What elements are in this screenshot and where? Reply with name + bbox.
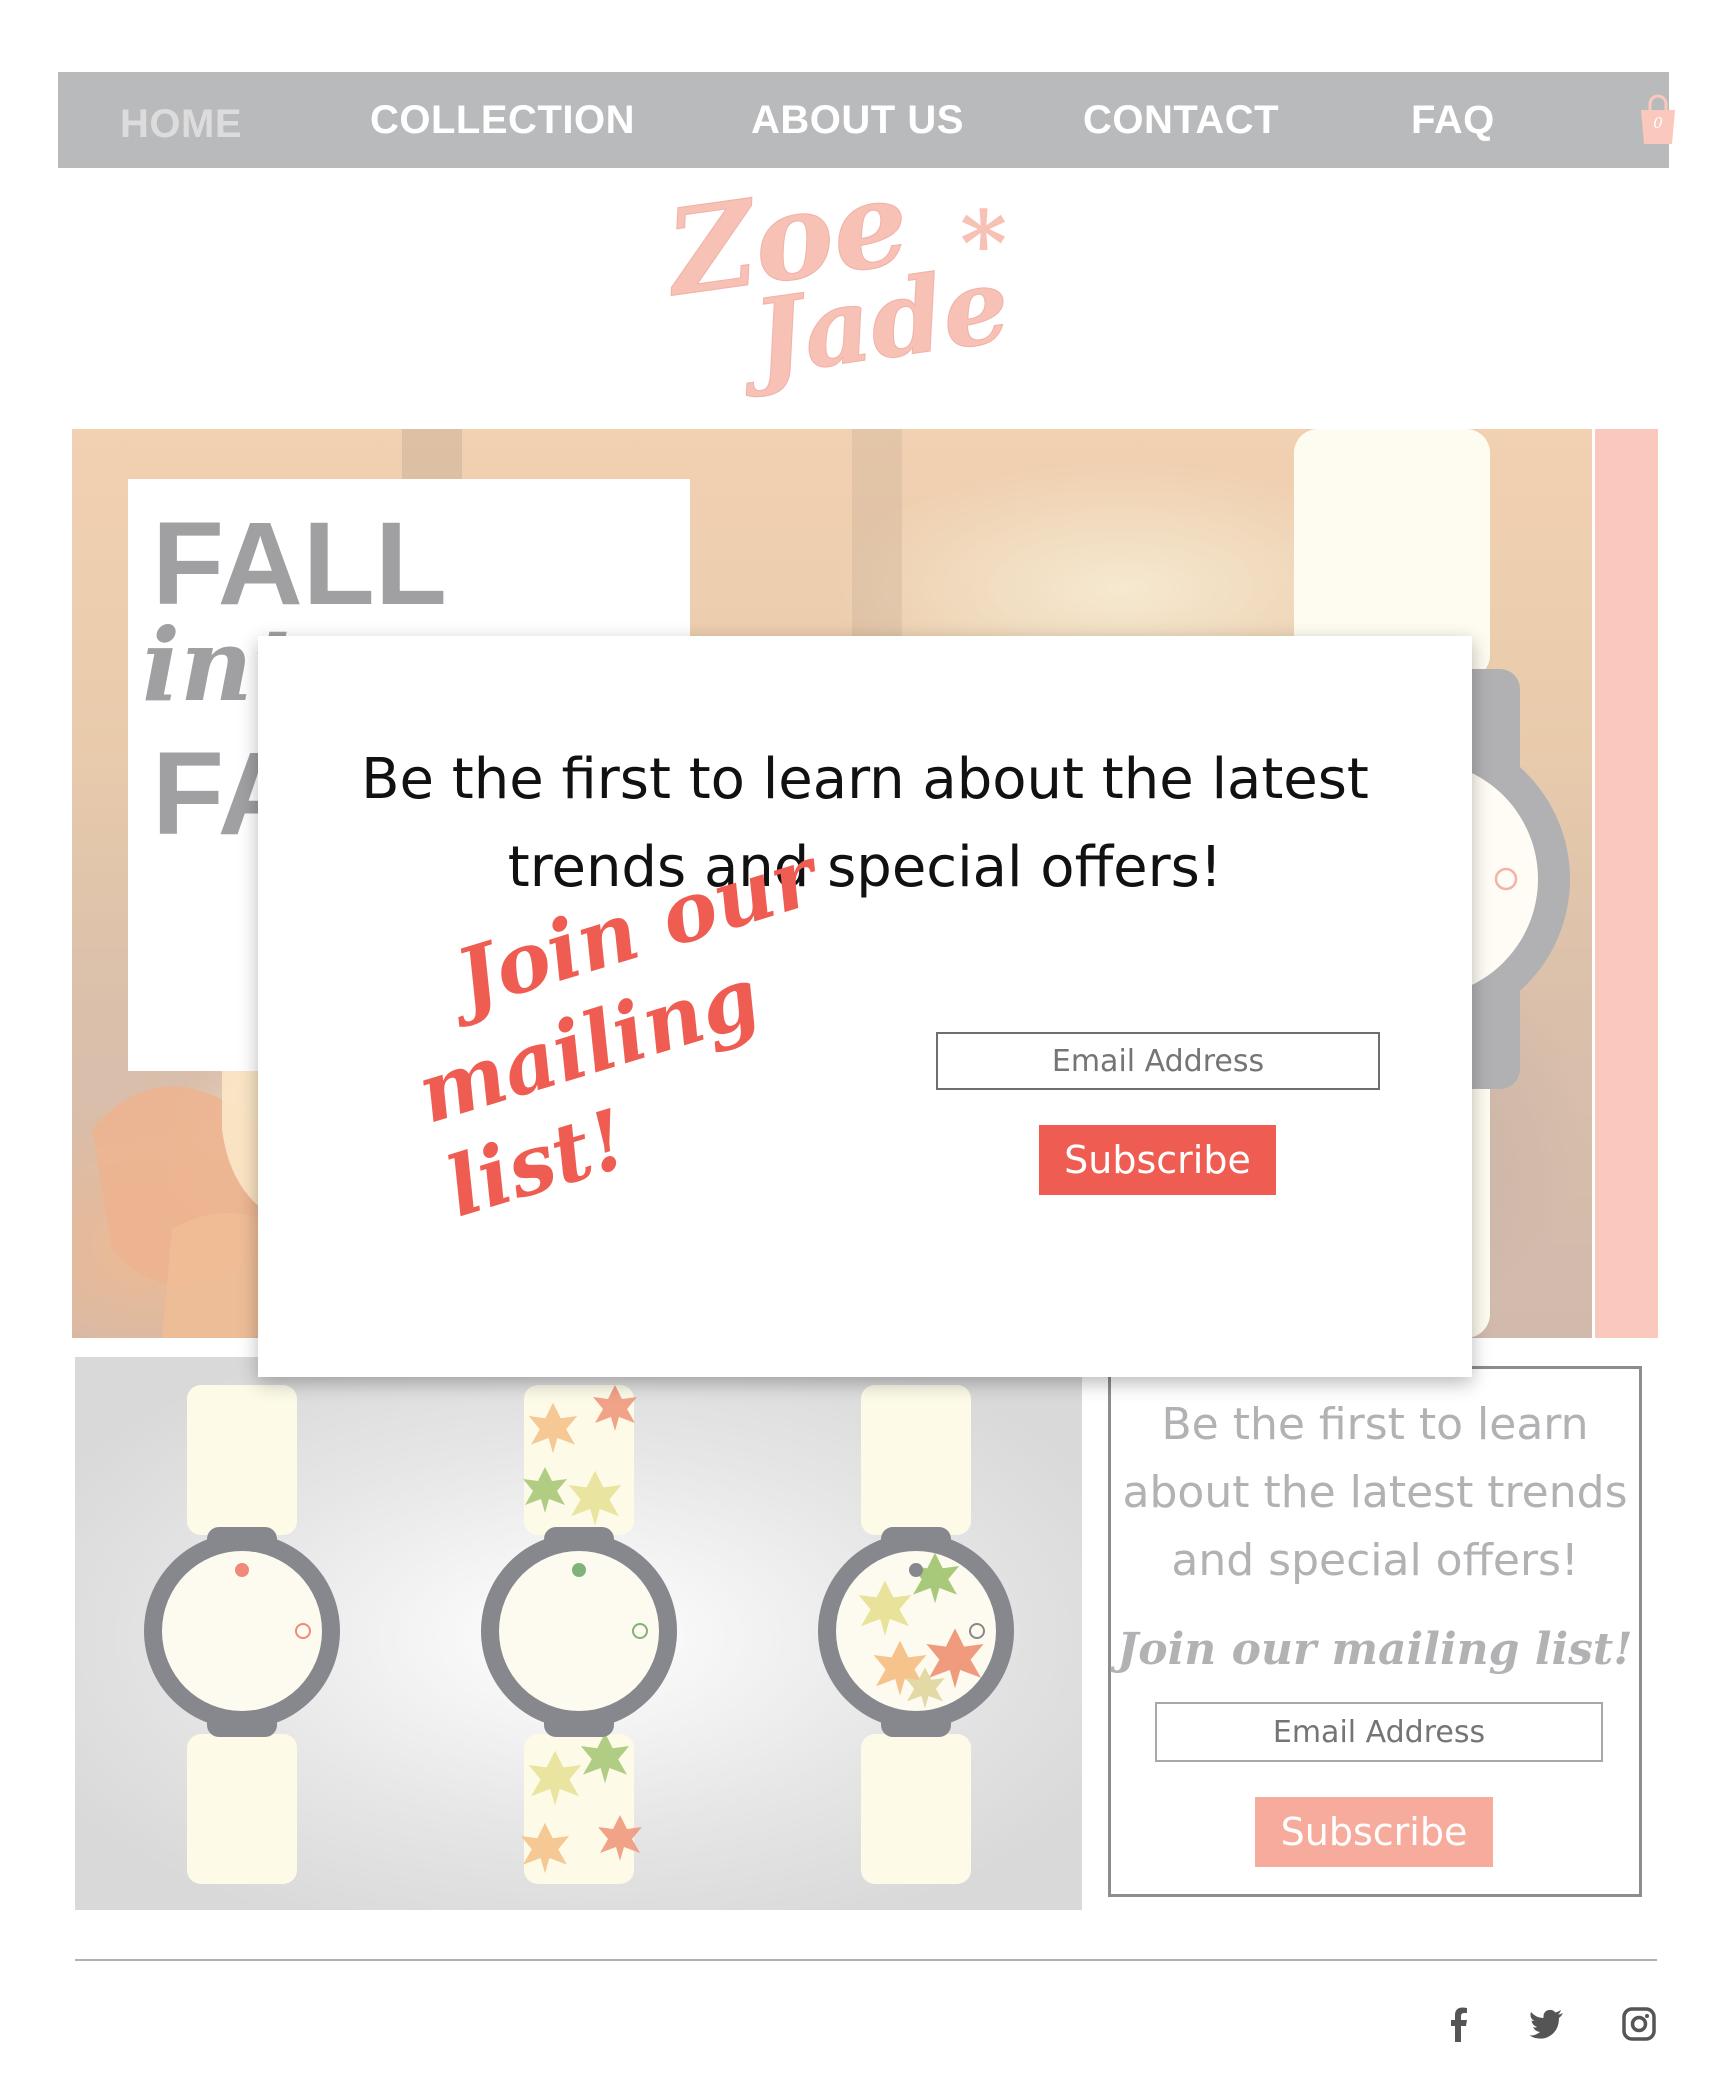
modal-subscribe-button[interactable]: Subscribe [1039,1125,1276,1195]
nav-faq[interactable]: FAQ [1411,72,1495,168]
facebook-icon[interactable] [1440,2005,1478,2043]
watch-collection-panel [75,1357,1082,1910]
nav-about-us[interactable]: ABOUT US [751,72,964,168]
cart-count: 0 [1653,114,1663,132]
modal-heading: Be the first to learn about the latest t… [361,747,1369,900]
instagram-icon[interactable] [1620,2005,1658,2043]
watch-product[interactable] [481,1385,677,1884]
nav-collection[interactable]: COLLECTION [370,72,635,168]
logo-star: * [960,191,1007,297]
watch-product[interactable] [144,1385,340,1884]
hero-side-accent [1595,429,1658,1338]
twitter-icon[interactable] [1528,2005,1566,2043]
signup-heading: Be the first to learn about the latest t… [1122,1399,1628,1586]
watch-product[interactable] [818,1385,1014,1884]
nav-home[interactable]: HOME [120,76,242,172]
modal-email-field[interactable] [936,1032,1380,1090]
newsletter-signup-box: Be the first to learn about the latest t… [1108,1366,1642,1897]
signup-email-field[interactable] [1155,1702,1603,1762]
newsletter-modal: Be the first to learn about the latest t… [258,636,1472,1377]
brand-logo[interactable]: Zoe Jade * [655,151,1040,402]
signup-join-text: Join our mailing list! [1117,1624,1633,1675]
top-nav: HOME COLLECTION ABOUT US CONTACT FAQ 0 [58,72,1675,168]
nav-contact[interactable]: CONTACT [1083,72,1279,168]
footer-divider [75,1959,1657,1961]
signup-subscribe-button[interactable]: Subscribe [1255,1797,1493,1867]
cart-button[interactable]: 0 [1638,92,1678,146]
